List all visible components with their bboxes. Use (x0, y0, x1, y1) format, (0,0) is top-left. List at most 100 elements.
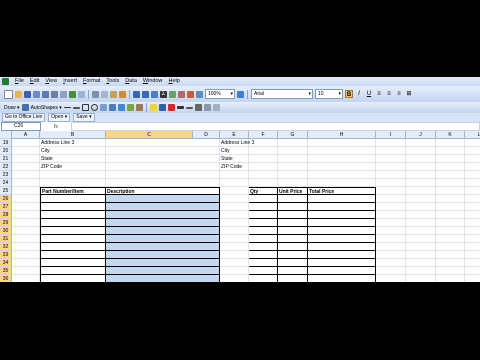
row-header[interactable]: 22 (0, 163, 12, 171)
merge-center-icon[interactable]: ⊞ (405, 90, 413, 98)
column-header-c[interactable]: C (106, 131, 193, 139)
column-header-b[interactable]: B (40, 131, 106, 139)
cell-e28[interactable] (220, 211, 249, 219)
cell-h34[interactable] (308, 259, 376, 267)
menu-tools[interactable]: Tools (103, 77, 122, 86)
cell-c19[interactable] (106, 139, 220, 147)
cell-j22[interactable] (406, 163, 436, 171)
oval-icon[interactable] (90, 104, 98, 111)
cell-l30[interactable] (465, 227, 480, 235)
cell-b26[interactable] (40, 195, 106, 203)
column-header-e[interactable]: E (220, 131, 249, 139)
cell-a35[interactable] (12, 267, 40, 275)
cell-h35[interactable] (308, 267, 376, 275)
cell-c28[interactable] (106, 211, 220, 219)
cell-h21[interactable] (308, 155, 376, 163)
cell-b19[interactable]: Address Line 3 (40, 139, 106, 147)
align-right-icon[interactable]: ≡ (395, 90, 403, 98)
cell-i27[interactable] (376, 203, 406, 211)
excel-logo-icon[interactable] (2, 78, 9, 85)
cell-g36[interactable] (278, 275, 308, 282)
cell-e34[interactable] (220, 259, 249, 267)
cell-f31[interactable] (249, 235, 278, 243)
cell-h19[interactable] (308, 139, 376, 147)
spelling-icon[interactable] (69, 90, 76, 98)
cell-e33[interactable] (220, 251, 249, 259)
cell-c31[interactable] (106, 235, 220, 243)
cell-a25[interactable] (12, 187, 40, 195)
cell-a34[interactable] (12, 259, 40, 267)
cell-f23[interactable] (249, 171, 278, 179)
cell-c36[interactable] (106, 275, 220, 282)
cell-h33[interactable] (308, 251, 376, 259)
cell-i32[interactable] (376, 243, 406, 251)
cell-h20[interactable] (308, 147, 376, 155)
shadow-icon[interactable] (203, 104, 211, 111)
cell-c25[interactable]: Description (106, 187, 220, 195)
cell-j34[interactable] (406, 259, 436, 267)
cell-g35[interactable] (278, 267, 308, 275)
column-header-f[interactable]: F (249, 131, 278, 139)
cell-f25[interactable]: Qty (249, 187, 278, 195)
cell-e35[interactable] (220, 267, 249, 275)
cell-a27[interactable] (12, 203, 40, 211)
column-header-j[interactable]: J (406, 131, 436, 139)
cell-g25[interactable]: Unit Price (278, 187, 308, 195)
cell-b24[interactable] (40, 179, 106, 187)
cell-e25[interactable] (220, 187, 249, 195)
menu-view[interactable]: View (42, 77, 60, 86)
cell-e24[interactable] (220, 179, 249, 187)
column-header-k[interactable]: K (436, 131, 465, 139)
align-left-icon[interactable]: ≡ (375, 90, 383, 98)
row-header[interactable]: 27 (0, 203, 12, 211)
cell-c22[interactable] (106, 163, 220, 171)
cell-a24[interactable] (12, 179, 40, 187)
cell-b27[interactable] (40, 203, 106, 211)
cell-b35[interactable] (40, 267, 106, 275)
cell-c20[interactable] (106, 147, 220, 155)
cell-l23[interactable] (465, 171, 480, 179)
cell-f30[interactable] (249, 227, 278, 235)
cell-a31[interactable] (12, 235, 40, 243)
cell-j26[interactable] (406, 195, 436, 203)
cell-f36[interactable] (249, 275, 278, 282)
row-header[interactable]: 23 (0, 171, 12, 179)
cell-l35[interactable] (465, 267, 480, 275)
cell-k19[interactable] (436, 139, 465, 147)
cell-e20[interactable]: City (220, 147, 249, 155)
drawing-icon[interactable] (196, 90, 203, 98)
cell-l36[interactable] (465, 275, 480, 282)
cell-a22[interactable] (12, 163, 40, 171)
office-live-save-button[interactable]: Save ▾ (73, 113, 95, 122)
cell-i21[interactable] (376, 155, 406, 163)
row-header[interactable]: 36 (0, 275, 12, 282)
research-icon[interactable] (78, 90, 85, 98)
cell-e27[interactable] (220, 203, 249, 211)
cell-i36[interactable] (376, 275, 406, 282)
cell-k33[interactable] (436, 251, 465, 259)
row-header[interactable]: 34 (0, 259, 12, 267)
cell-g29[interactable] (278, 219, 308, 227)
cell-j30[interactable] (406, 227, 436, 235)
cell-c35[interactable] (106, 267, 220, 275)
cell-l34[interactable] (465, 259, 480, 267)
cell-j19[interactable] (406, 139, 436, 147)
cell-c32[interactable] (106, 243, 220, 251)
cell-h27[interactable] (308, 203, 376, 211)
cell-f28[interactable] (249, 211, 278, 219)
row-header[interactable]: 33 (0, 251, 12, 259)
cell-k36[interactable] (436, 275, 465, 282)
menu-window[interactable]: Window (140, 77, 166, 86)
cell-h26[interactable] (308, 195, 376, 203)
cell-h28[interactable] (308, 211, 376, 219)
cell-j23[interactable] (406, 171, 436, 179)
italic-button[interactable]: I (355, 90, 363, 98)
arrow-icon[interactable] (72, 106, 80, 109)
cell-k28[interactable] (436, 211, 465, 219)
clipart-icon[interactable] (126, 104, 134, 111)
cell-b33[interactable] (40, 251, 106, 259)
cell-e32[interactable] (220, 243, 249, 251)
formula-input[interactable] (71, 122, 480, 131)
dash-style-icon[interactable] (185, 106, 193, 109)
paste-icon[interactable] (110, 90, 117, 98)
